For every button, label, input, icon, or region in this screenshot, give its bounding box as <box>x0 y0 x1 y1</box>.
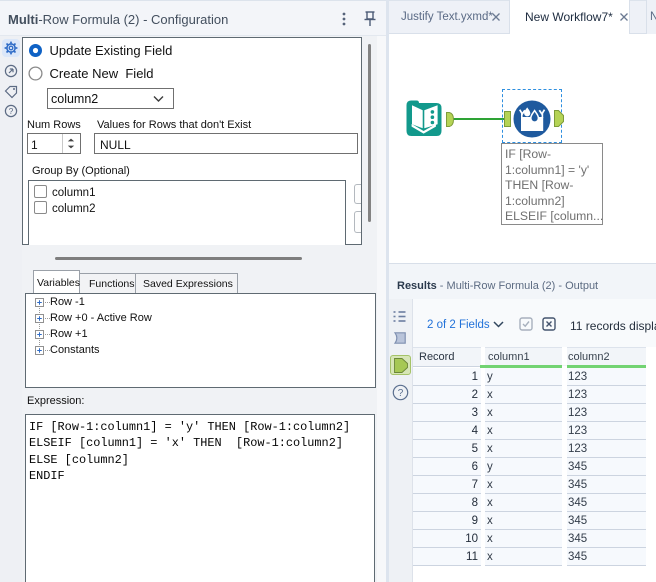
svg-text:?: ? <box>398 388 404 399</box>
svg-text:?: ? <box>9 106 14 116</box>
